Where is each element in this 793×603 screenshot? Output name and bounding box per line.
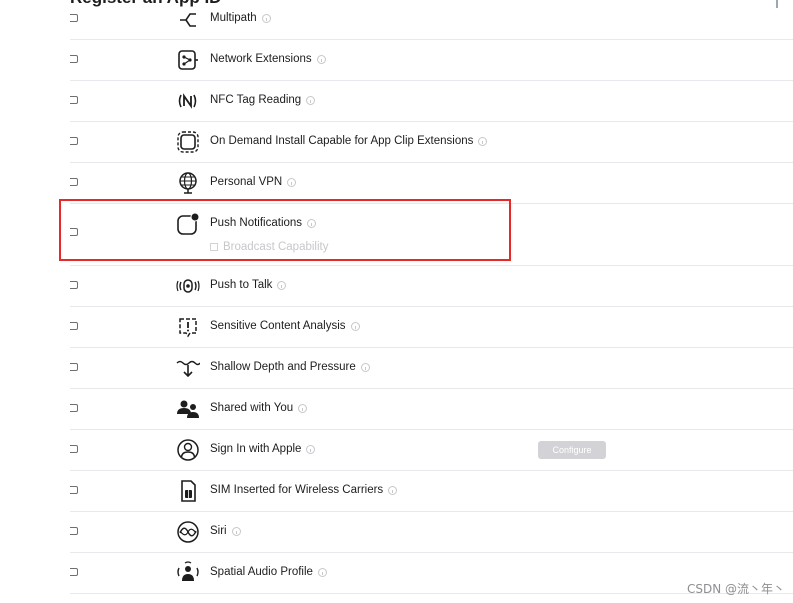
- capability-checkbox[interactable]: [70, 445, 78, 453]
- info-icon[interactable]: [277, 280, 287, 290]
- list-item: NFC Tag Reading: [70, 80, 793, 122]
- broadcast-capability-label: Broadcast Capability: [223, 241, 329, 253]
- sign-in-apple-icon: [176, 438, 200, 462]
- info-icon[interactable]: [261, 13, 271, 23]
- capability-checkbox[interactable]: [70, 322, 78, 330]
- push-notifications-icon: [176, 212, 200, 236]
- capability-checkbox[interactable]: [70, 568, 78, 576]
- globe-icon: [176, 171, 200, 195]
- shared-with-you-icon: [176, 397, 200, 421]
- capability-label: Push Notifications: [210, 217, 317, 229]
- capability-label: On Demand Install Capable for App Clip E…: [210, 135, 488, 147]
- list-item: Multipath: [70, 0, 793, 40]
- info-icon[interactable]: [287, 177, 297, 187]
- info-icon[interactable]: [306, 444, 316, 454]
- capability-checkbox[interactable]: [70, 55, 78, 63]
- list-item: On Demand Install Capable for App Clip E…: [70, 121, 793, 163]
- list-item: Push Notifications Broadcast Capability: [70, 203, 793, 266]
- info-icon[interactable]: [307, 218, 317, 228]
- list-item: Personal VPN: [70, 162, 793, 204]
- capability-checkbox[interactable]: [70, 486, 78, 494]
- capability-label: SIM Inserted for Wireless Carriers: [210, 484, 398, 496]
- info-icon[interactable]: [478, 136, 488, 146]
- info-icon[interactable]: [360, 362, 370, 372]
- push-to-talk-icon: [176, 274, 200, 298]
- multipath-icon: [176, 6, 200, 30]
- info-icon[interactable]: [388, 485, 398, 495]
- capability-checkbox[interactable]: [70, 527, 78, 535]
- capability-label: Network Extensions: [210, 53, 326, 65]
- sim-card-icon: [176, 479, 200, 503]
- capability-checkbox[interactable]: [70, 228, 78, 236]
- app-clip-icon: [176, 130, 200, 154]
- capability-label: Shared with You: [210, 402, 308, 414]
- siri-icon: [176, 520, 200, 544]
- broadcast-capability-option[interactable]: Broadcast Capability: [210, 241, 328, 253]
- list-item: Shared with You: [70, 388, 793, 430]
- capability-label: Shallow Depth and Pressure: [210, 361, 370, 373]
- next-item-icon: [176, 597, 200, 603]
- list-item: Shallow Depth and Pressure: [70, 347, 793, 389]
- info-icon[interactable]: [231, 526, 241, 536]
- configure-button[interactable]: Configure: [538, 441, 606, 459]
- capability-checkbox[interactable]: [70, 96, 78, 104]
- capability-checkbox[interactable]: [70, 404, 78, 412]
- capability-label: Siri: [210, 525, 241, 537]
- capability-label: Multipath: [210, 12, 271, 24]
- capability-checkbox[interactable]: [70, 281, 78, 289]
- spatial-audio-icon: [176, 561, 200, 585]
- sensitive-content-icon: [176, 315, 200, 339]
- info-icon[interactable]: [316, 54, 326, 64]
- list-item: Spatial Audio Profile: [70, 552, 793, 594]
- list-item: Sensitive Content Analysis: [70, 306, 793, 348]
- capability-label: Personal VPN: [210, 176, 297, 188]
- network-extensions-icon: [176, 48, 200, 72]
- list-item: SIM Inserted for Wireless Carriers: [70, 470, 793, 512]
- list-item: Network Extensions: [70, 39, 793, 81]
- capability-checkbox[interactable]: [70, 363, 78, 371]
- capability-label: Sensitive Content Analysis: [210, 320, 360, 332]
- info-icon[interactable]: [317, 567, 327, 577]
- shallow-depth-icon: [176, 356, 200, 380]
- broadcast-capability-checkbox[interactable]: [210, 243, 218, 251]
- list-item: Sign In with Apple Configure: [70, 429, 793, 471]
- nfc-icon: [176, 89, 200, 113]
- capability-checkbox[interactable]: [70, 14, 78, 22]
- info-icon[interactable]: [350, 321, 360, 331]
- info-icon[interactable]: [306, 95, 316, 105]
- capability-label: NFC Tag Reading: [210, 94, 316, 106]
- info-icon[interactable]: [298, 403, 308, 413]
- list-item: Siri: [70, 511, 793, 553]
- capability-checkbox[interactable]: [70, 137, 78, 145]
- capability-label: Spatial Audio Profile: [210, 566, 327, 578]
- list-item: Push to Talk: [70, 265, 793, 307]
- capability-label: Push to Talk: [210, 279, 287, 291]
- watermark: CSDN @流丶年丶: [686, 582, 785, 596]
- capability-label: Sign In with Apple: [210, 443, 316, 455]
- capability-checkbox[interactable]: [70, 178, 78, 186]
